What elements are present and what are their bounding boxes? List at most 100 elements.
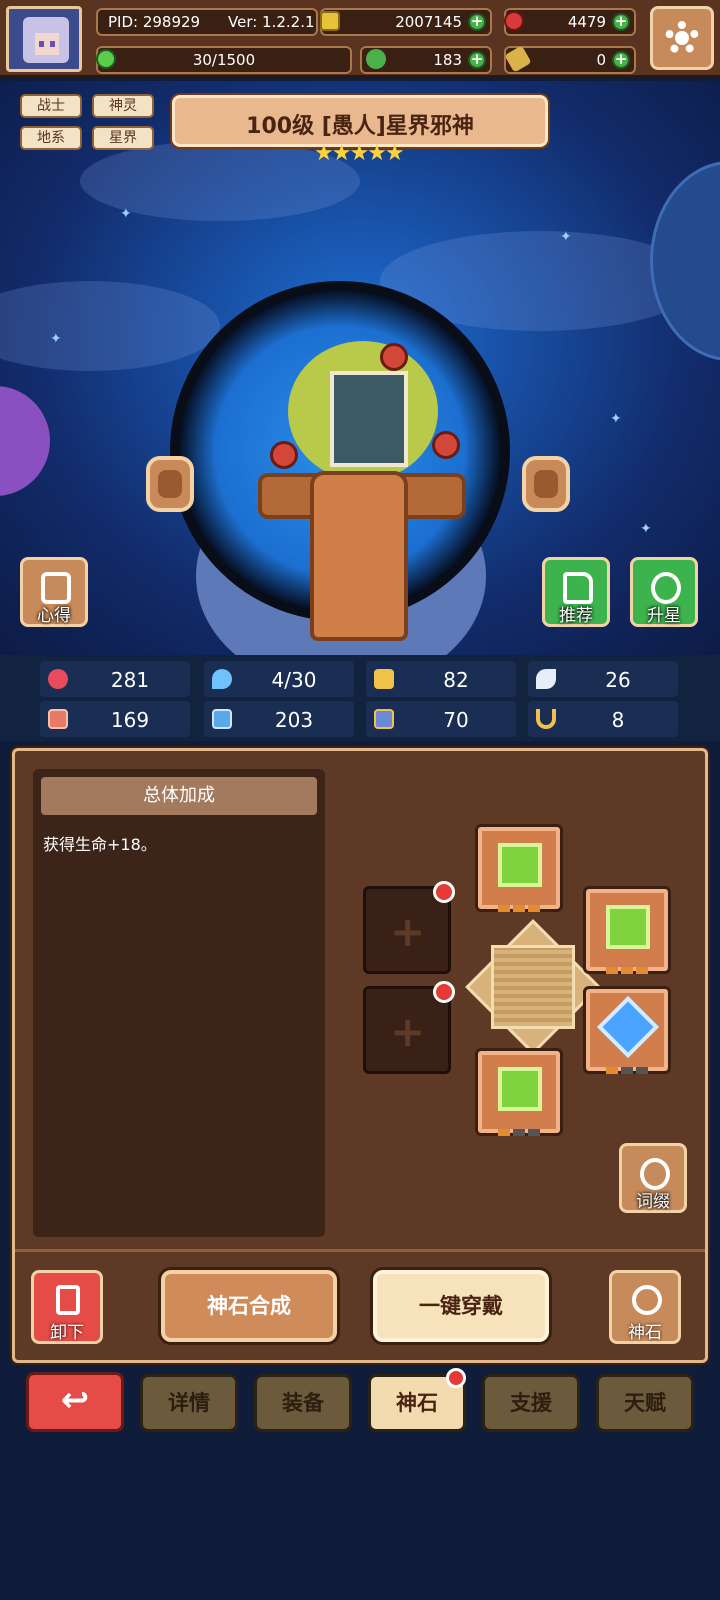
star-up-label: 升星 (647, 606, 681, 626)
add-clover-button[interactable]: + (468, 51, 486, 69)
pid-version-bar: PID: 298929 Ver: 1.2.2.1 (96, 8, 318, 36)
godstone-slot-top[interactable] (475, 824, 563, 912)
green-gem-icon (606, 905, 650, 949)
stat-agility: 70 (366, 701, 516, 737)
unequip-button[interactable]: 卸下 (31, 1270, 103, 1344)
godstone-synth-button[interactable]: 神石合成 (161, 1270, 337, 1342)
star-up-button[interactable]: 升星 (630, 557, 698, 627)
bonus-summary-box: 总体加成 获得生命+18。 (33, 769, 325, 1237)
stat-mana: 4/30 (204, 661, 354, 697)
tab-talent[interactable]: 天赋 (596, 1374, 694, 1432)
affix-label: 词缀 (636, 1192, 670, 1212)
equip-all-button[interactable]: 一键穿戴 (373, 1270, 549, 1342)
background-planet-right (650, 161, 720, 361)
energy-bar: 30/1500 (96, 46, 352, 74)
stat-health: 281 (40, 661, 190, 697)
clover-counter: 183 + (360, 46, 492, 74)
unequip-label: 卸下 (50, 1323, 84, 1343)
recommend-button[interactable]: 推荐 (542, 557, 610, 627)
hero-star-rating: ★★★★★ (314, 141, 405, 166)
shield-icon (374, 669, 394, 689)
hero-stats: 281 4/30 82 26 169 203 70 8 (0, 655, 720, 741)
bonus-summary-header: 总体加成 (41, 777, 317, 815)
hero-totem-body[interactable] (310, 471, 408, 641)
godstone-label: 神石 (628, 1323, 662, 1343)
clover-value: 183 (433, 51, 462, 69)
godstone-slot-bottom[interactable] (475, 1048, 563, 1136)
ruby-counter: 4479 + (504, 8, 636, 36)
hero-title-banner: 100级 [愚人]星界邪神 (172, 95, 548, 147)
next-hero-button[interactable] (522, 456, 570, 512)
book-icon (212, 709, 232, 729)
red-orb-icon (380, 343, 408, 371)
background-planet-left (0, 386, 50, 496)
stat-luck: 8 (528, 701, 678, 737)
green-gem-icon (498, 843, 542, 887)
hero-scene: ✦ ✦ ✦ ✦ ✦ 战士 神灵 地系 星界 100级 [愚人]星界邪神 ★★★★… (0, 81, 720, 655)
settings-button[interactable] (650, 6, 714, 70)
magnifier-icon (640, 1158, 670, 1190)
notification-dot (433, 881, 455, 903)
plus-icon: + (390, 907, 426, 956)
gold-counter: 2007145 + (320, 8, 492, 36)
godstone-button[interactable]: 神石 (609, 1270, 681, 1344)
tag-race: 神灵 (92, 94, 154, 118)
tab-details[interactable]: 详情 (140, 1374, 238, 1432)
thumbs-up-icon (563, 572, 593, 604)
godstone-slot-right-bottom[interactable] (583, 986, 671, 1074)
stat-magic: 203 (204, 701, 354, 737)
back-arrow-icon: ↩ (60, 1380, 90, 1420)
player-avatar[interactable] (6, 6, 82, 72)
hero-portrait-card (330, 371, 408, 467)
affix-button[interactable]: 词缀 (619, 1143, 687, 1213)
tag-element: 地系 (20, 126, 82, 150)
panel-actions: 卸下 神石合成 一键穿戴 神石 (15, 1249, 705, 1361)
green-gem-icon (498, 1067, 542, 1111)
fist-icon (48, 709, 68, 729)
red-orb-icon (432, 431, 460, 459)
add-ruby-button[interactable]: + (612, 13, 630, 31)
stat-attack: 169 (40, 701, 190, 737)
hero-title: 100级 [愚人]星界邪神 (246, 114, 474, 139)
clover-icon (366, 49, 386, 69)
godstone-core[interactable] (491, 945, 575, 1029)
back-button[interactable]: ↩ (26, 1372, 124, 1432)
insight-label: 心得 (37, 606, 71, 626)
star-icon (651, 572, 681, 604)
boot-icon (374, 709, 394, 729)
arrow-down-icon (56, 1285, 80, 1315)
gold-value: 2007145 (395, 13, 462, 31)
bonus-description: 获得生命+18。 (43, 835, 157, 854)
tab-support[interactable]: 支援 (482, 1374, 580, 1432)
notification-dot (433, 981, 455, 1003)
top-bar: PID: 298929 Ver: 1.2.2.1 2007145 + 4479 … (0, 0, 720, 78)
pid-text: PID: 298929 (108, 13, 201, 31)
key-value: 0 (596, 51, 606, 69)
ruby-icon (504, 11, 524, 31)
tab-equipment[interactable]: 装备 (254, 1374, 352, 1432)
gold-coin-icon (320, 11, 340, 31)
godstone-panel: 总体加成 获得生命+18。 + + 词缀 卸下 神石合成 一键穿戴 神石 (12, 748, 708, 1363)
plus-icon: + (390, 1007, 426, 1056)
wing-icon (536, 669, 556, 689)
energy-value: 30/1500 (192, 51, 256, 69)
key-icon (504, 45, 532, 73)
godstone-slot-right-top[interactable] (583, 886, 671, 974)
key-counter: 0 + (504, 45, 636, 74)
water-drop-icon (212, 669, 232, 689)
recommend-label: 推荐 (559, 606, 593, 626)
horseshoe-icon (536, 709, 556, 729)
add-key-button[interactable]: + (612, 51, 630, 69)
blue-gem-icon (596, 995, 660, 1059)
prev-hero-button[interactable] (146, 456, 194, 512)
stat-defense: 82 (366, 661, 516, 697)
notification-dot (446, 1368, 466, 1388)
red-orb-icon (270, 441, 298, 469)
tag-class: 战士 (20, 94, 82, 118)
insight-button[interactable]: 心得 (20, 557, 88, 627)
stat-speed: 26 (528, 661, 678, 697)
heart-icon (48, 669, 68, 689)
tag-faction: 星界 (92, 126, 154, 150)
add-gold-button[interactable]: + (468, 13, 486, 31)
version-text: Ver: 1.2.2.1 (228, 13, 315, 31)
